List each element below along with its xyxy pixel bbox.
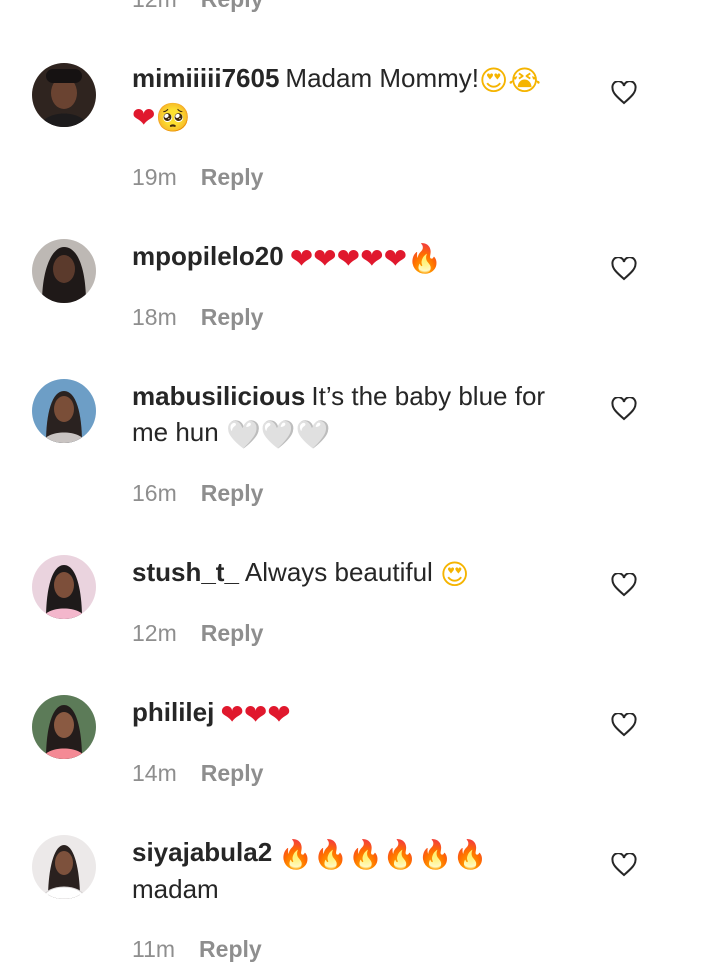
red-heart-emoji: ❤ [336, 242, 361, 275]
fire-emoji: 🔥 [417, 838, 453, 871]
comment-time: 14m [132, 760, 177, 786]
comment-body: mimiiiii7605 Madam Mommy!😍😭 ❤🥺 [132, 60, 582, 134]
fire-emoji: 🔥 [313, 838, 348, 871]
avatar[interactable] [32, 379, 96, 443]
comment-body: phililej ❤❤❤ [132, 694, 582, 731]
reply-button[interactable]: Reply [201, 480, 264, 507]
fire-emoji: 🔥 [452, 838, 488, 871]
like-heart-icon[interactable] [611, 257, 637, 281]
avatar[interactable] [32, 555, 96, 619]
red-heart-emoji: ❤ [383, 242, 408, 275]
comment-meta: 11m Reply [132, 936, 262, 963]
pleading-emoji: 🥺 [155, 101, 191, 134]
like-heart-icon[interactable] [611, 573, 637, 597]
comment-time: 18m [132, 304, 177, 330]
white-heart-emoji: 🤍 [260, 418, 296, 451]
reply-button[interactable]: Reply [201, 0, 264, 13]
like-heart-icon[interactable] [611, 853, 637, 877]
comment-time: 19m [132, 164, 177, 190]
reply-button[interactable]: Reply [201, 620, 264, 647]
avatar[interactable] [32, 63, 96, 127]
comment-text: madam [132, 874, 219, 904]
comment-username[interactable]: mpopilelo20 [132, 241, 284, 271]
comment-text: Always beautiful [244, 557, 433, 587]
red-heart-emoji: ❤ [132, 101, 156, 134]
fire-emoji: 🔥 [278, 838, 314, 871]
comment-body: mabusilicious It’s the baby blue for me h… [132, 378, 582, 451]
white-heart-emoji: 🤍 [295, 418, 331, 451]
reply-button[interactable]: Reply [201, 304, 264, 331]
heart-eyes-emoji: 😍 [479, 64, 509, 97]
fire-emoji: 🔥 [382, 838, 418, 871]
reply-button[interactable]: Reply [201, 164, 264, 191]
comment-meta: 19m Reply [132, 164, 263, 191]
white-heart-emoji: 🤍 [225, 418, 261, 451]
comment-time: 11m [132, 936, 176, 962]
comment-meta: 12m Reply [132, 620, 263, 647]
fire-emoji: 🔥 [407, 242, 442, 275]
previous-comment-meta: 12m Reply [132, 0, 263, 13]
comment-username[interactable]: mabusilicious [132, 381, 305, 411]
comment-meta: 16m Reply [132, 480, 263, 507]
comment-meta: 14m Reply [132, 760, 263, 787]
comment-body: stush_t_ Always beautiful 😍 [132, 554, 582, 591]
crying-emoji: 😭 [508, 64, 541, 97]
comment-username[interactable]: siyajabula2 [132, 837, 272, 867]
comment-username[interactable]: mimiiiii7605 [132, 63, 279, 93]
comment-time: 12m [132, 0, 177, 13]
fire-emoji: 🔥 [347, 838, 383, 871]
comment-meta: 18m Reply [132, 304, 263, 331]
reply-button[interactable]: Reply [199, 936, 262, 963]
like-heart-icon[interactable] [611, 713, 637, 737]
red-heart-emoji: ❤ [267, 698, 291, 731]
red-heart-emoji: ❤ [313, 242, 337, 275]
avatar[interactable] [32, 835, 96, 899]
comment-username[interactable]: stush_t_ [132, 557, 239, 587]
like-heart-icon[interactable] [611, 397, 637, 421]
red-heart-emoji: ❤ [360, 242, 384, 275]
comment-username[interactable]: phililej [132, 697, 214, 727]
red-heart-emoji: ❤ [243, 698, 268, 731]
comment-body: mpopilelo20 ❤❤❤❤❤🔥 [132, 238, 582, 275]
like-heart-icon[interactable] [611, 81, 637, 105]
red-heart-emoji: ❤ [289, 242, 314, 275]
comment-time: 16m [132, 480, 177, 506]
avatar[interactable] [32, 239, 96, 303]
comment-time: 12m [132, 620, 177, 646]
heart-eyes-emoji: 😍 [440, 558, 470, 591]
red-heart-emoji: ❤ [220, 698, 244, 731]
avatar[interactable] [32, 695, 96, 759]
comment-body: siyajabula2 🔥🔥🔥🔥🔥🔥 madam [132, 834, 582, 907]
reply-button[interactable]: Reply [201, 760, 264, 787]
comment-text: Madam Mommy! [285, 63, 479, 93]
